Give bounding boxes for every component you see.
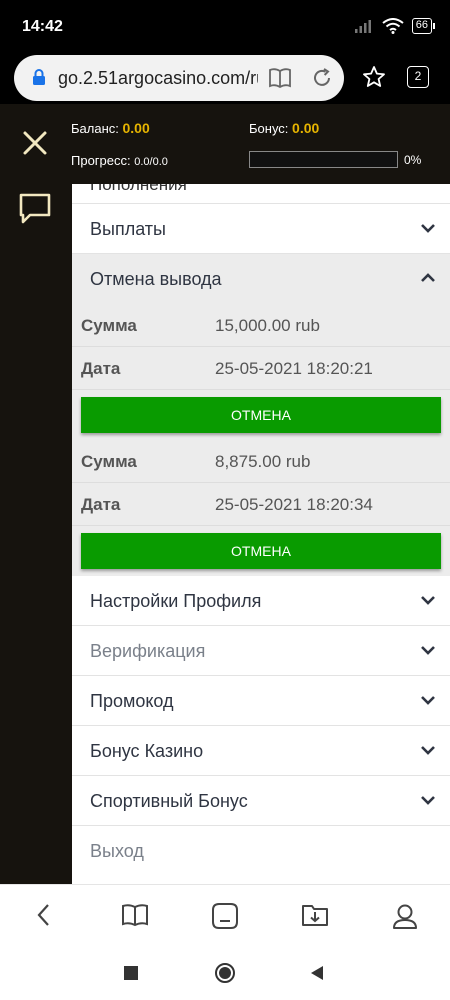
chevron-down-icon [421,796,435,805]
address-bar[interactable]: go.2.51argocasino.com/ru [14,55,344,101]
menu-item-verification[interactable]: Верификация [72,626,450,676]
back-triangle-icon[interactable] [309,965,325,981]
balance-value: 0.00 [122,120,150,136]
menu-item-sport-bonus[interactable]: Спортивный Бонус [72,776,450,826]
menu-item-label: Спортивный Бонус [90,791,248,811]
menu-item-casino-bonus[interactable]: Бонус Казино [72,726,450,776]
signal-icon [354,20,371,33]
withdrawal-actions: ОТМЕНА [72,390,450,440]
sidebar [0,184,72,884]
menu-item-payouts[interactable]: Выплаты [72,204,450,254]
progress: Прогресс: 0.0/0.0 [71,153,168,168]
withdrawal-date-row: Дата 25-05-2021 18:20:34 [72,483,450,526]
url-text[interactable]: go.2.51argocasino.com/ru [58,68,258,89]
menu-item-label: Пополнения [90,184,187,194]
menu-item-profile-settings[interactable]: Настройки Профиля [72,576,450,626]
wifi-icon [382,18,404,34]
reload-icon[interactable] [311,67,333,89]
chevron-down-icon [421,646,435,655]
menu-item-deposits[interactable]: Пополнения [72,184,450,204]
menu-item-label: Промокод [90,691,174,711]
sum-value: 8,875.00 rub [215,452,311,471]
withdrawal-date-row: Дата 25-05-2021 18:20:21 [72,347,450,390]
chevron-down-icon [421,596,435,605]
profile-icon[interactable] [391,902,419,930]
bookmarks-icon[interactable] [121,902,149,928]
site-header: Баланс: 0.00 Бонус: 0.00 Прогресс: 0.0/0… [0,104,450,184]
chevron-down-icon [421,746,435,755]
recents-icon[interactable] [124,966,138,980]
close-icon[interactable] [20,128,50,158]
home-circle-icon[interactable] [214,962,236,984]
star-icon[interactable] [362,65,386,89]
progress-bar [249,151,398,168]
date-label: Дата [81,359,121,378]
progress-label: Прогресс: [71,153,131,168]
menu-item-label: Верификация [90,641,206,661]
browser-toolbar: go.2.51argocasino.com/ru 2 [0,52,450,104]
battery-icon: 66 [411,18,436,34]
bonus: Бонус: 0.00 [249,120,319,136]
home-icon[interactable] [211,902,239,930]
date-value: 25-05-2021 18:20:34 [215,495,373,514]
sum-label: Сумма [81,316,137,335]
chevron-up-icon [421,273,435,282]
downloads-icon[interactable] [301,902,329,928]
withdrawal-actions: ОТМЕНА [72,526,450,576]
status-bar: 14:42 66 [0,0,450,52]
status-time: 14:42 [22,18,63,35]
withdrawal-sum-row: Сумма 15,000.00 rub [72,304,450,347]
bonus-label: Бонус: [249,121,289,136]
back-icon[interactable] [34,902,54,928]
bonus-value: 0.00 [292,120,320,136]
chat-icon[interactable] [17,191,53,225]
menu-item-withdraw-cancel[interactable]: Отмена вывода [72,254,450,304]
date-label: Дата [81,495,121,514]
menu-item-logout[interactable]: Выход [72,826,450,876]
cancel-withdrawal-button[interactable]: ОТМЕНА [81,397,441,433]
menu-item-label: Бонус Казино [90,741,204,761]
tabs-icon[interactable]: 2 [407,66,429,88]
sum-label: Сумма [81,452,137,471]
system-nav-bar [0,946,450,1000]
menu-item-label: Выход [90,841,144,861]
chevron-down-icon [421,696,435,705]
browser-bottom-nav [0,884,450,946]
menu-item-promo[interactable]: Промокод [72,676,450,726]
status-icons: 66 [354,18,436,34]
progress-value: 0.0/0.0 [134,156,168,168]
sum-value: 15,000.00 rub [215,316,320,335]
menu-item-label: Выплаты [90,219,166,239]
menu-item-label: Настройки Профиля [90,591,262,611]
menu-item-label: Отмена вывода [90,269,222,289]
lock-icon[interactable] [32,69,46,86]
chevron-down-icon [421,224,435,233]
account-menu: Пополнения Выплаты Отмена вывода Сумма 1… [72,184,450,884]
cancel-withdrawal-button[interactable]: ОТМЕНА [81,533,441,569]
progress-percent: 0% [404,153,422,167]
reader-mode-icon[interactable] [268,67,292,89]
date-value: 25-05-2021 18:20:21 [215,359,373,378]
withdrawal-sum-row: Сумма 8,875.00 rub [72,440,450,483]
balance: Баланс: 0.00 [71,120,150,136]
balance-label: Баланс: [71,121,119,136]
